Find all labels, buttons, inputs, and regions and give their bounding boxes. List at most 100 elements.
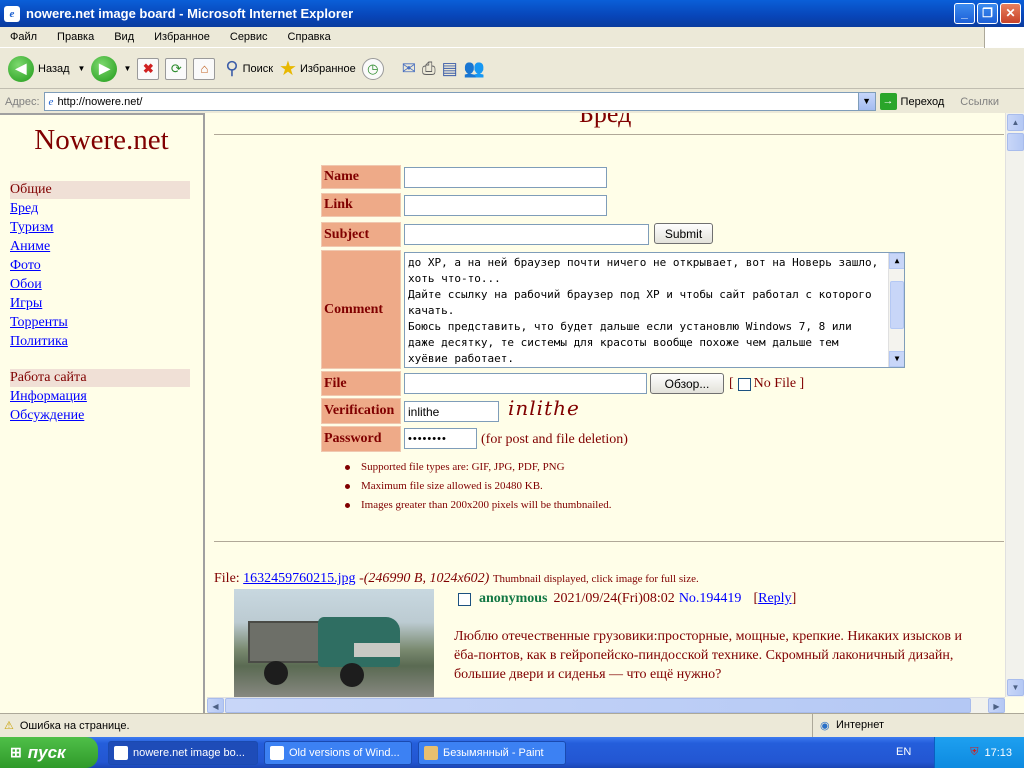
warning-icon[interactable]: ⚠ bbox=[4, 719, 14, 732]
scroll-up-icon[interactable]: ▲ bbox=[1007, 114, 1024, 131]
nav-link-torrents[interactable]: Торренты bbox=[10, 313, 203, 332]
mail-icon[interactable]: ✉ bbox=[402, 59, 416, 79]
nav-link-politics[interactable]: Политика bbox=[10, 332, 203, 351]
comment-textarea[interactable]: до XP, а на ней браузер почти ничего не … bbox=[404, 252, 905, 368]
link-input[interactable] bbox=[404, 195, 607, 216]
menu-file[interactable]: Файл bbox=[0, 31, 47, 43]
forward-button[interactable]: ▶ ▼ bbox=[91, 55, 131, 82]
no-file-checkbox[interactable] bbox=[737, 377, 751, 391]
post-text: Люблю отечественные грузовики:просторные… bbox=[454, 629, 962, 682]
scroll-left-icon[interactable]: ◀ bbox=[207, 698, 224, 713]
status-error: Ошибка на странице. bbox=[19, 719, 130, 732]
status-zone: Интернет bbox=[836, 719, 884, 731]
rule-item: Supported file types are: GIF, JPG, PDF,… bbox=[345, 458, 612, 477]
nav-link-anime[interactable]: Аниме bbox=[10, 237, 203, 256]
truck-wheel bbox=[264, 661, 288, 685]
nav-link-tourism[interactable]: Туризм bbox=[10, 218, 203, 237]
address-input[interactable]: e http://nowere.net/ ▼ bbox=[43, 92, 876, 111]
nav-link-games[interactable]: Игры bbox=[10, 294, 203, 313]
post-file-link[interactable]: 1632459760215.jpg bbox=[243, 571, 355, 586]
file-label: File bbox=[321, 371, 401, 396]
menu-edit[interactable]: Правка bbox=[47, 31, 104, 43]
search-button[interactable]: ⚲ Поиск bbox=[225, 58, 273, 79]
nav-link-discussion[interactable]: Обсуждение bbox=[10, 406, 203, 425]
scroll-down-icon[interactable]: ▼ bbox=[889, 351, 904, 367]
taskbar: ⊞ пуск nowere.net image bo... Old versio… bbox=[0, 737, 1024, 768]
maximize-button[interactable]: ❐ bbox=[977, 3, 998, 24]
star-icon: ★ bbox=[279, 58, 297, 80]
nav-link-info[interactable]: Информация bbox=[10, 387, 203, 406]
truck-bed bbox=[248, 621, 320, 663]
messenger-icon[interactable]: 👥 bbox=[464, 59, 485, 79]
nav-link-wallpapers[interactable]: Обои bbox=[10, 275, 203, 294]
divider bbox=[214, 541, 1004, 542]
verification-input[interactable]: inlithe bbox=[404, 401, 499, 422]
nav-link-photo[interactable]: Фото bbox=[10, 256, 203, 275]
go-button[interactable]: → Переход bbox=[879, 93, 945, 110]
submit-button[interactable]: Submit bbox=[654, 223, 713, 244]
menu-tools[interactable]: Сервис bbox=[220, 31, 278, 43]
rules-list: Supported file types are: GIF, JPG, PDF,… bbox=[345, 458, 612, 515]
scroll-right-icon[interactable]: ▶ bbox=[988, 698, 1005, 713]
no-file-option: [ No File ] bbox=[729, 376, 804, 392]
start-button[interactable]: ⊞ пуск bbox=[0, 737, 98, 768]
go-arrow-icon: → bbox=[879, 93, 897, 110]
scroll-up-icon[interactable]: ▲ bbox=[889, 253, 904, 269]
system-tray: ⛨ 17:13 bbox=[934, 737, 1024, 768]
password-input[interactable]: •••••••• bbox=[404, 428, 477, 449]
task-label: nowere.net image bo... bbox=[133, 746, 245, 759]
back-button[interactable]: ◀ Назад ▼ bbox=[8, 55, 86, 82]
subject-input[interactable] bbox=[404, 224, 649, 245]
window-title: nowere.net image board - Microsoft Inter… bbox=[26, 6, 354, 21]
menu-favorites[interactable]: Избранное bbox=[144, 31, 220, 43]
paint-icon bbox=[424, 745, 438, 760]
nav-link-bred[interactable]: Бред bbox=[10, 199, 203, 218]
minimize-button[interactable]: _ bbox=[954, 3, 975, 24]
scroll-down-icon[interactable]: ▼ bbox=[1007, 679, 1024, 696]
address-label: Адрес: bbox=[5, 95, 40, 108]
print-icon[interactable]: ⎙ bbox=[422, 59, 436, 79]
clock: 17:13 bbox=[984, 746, 1012, 759]
page-horizontal-scrollbar[interactable]: ◀ ▶ bbox=[207, 697, 1005, 713]
close-button[interactable]: ✕ bbox=[1000, 3, 1021, 24]
home-icon[interactable]: ⌂ bbox=[193, 57, 216, 80]
language-indicator[interactable]: EN bbox=[896, 746, 911, 758]
taskbar-item-ie[interactable]: nowere.net image bo... bbox=[108, 740, 258, 765]
post-date: 2021/09/24(Fri)08:02 bbox=[553, 591, 675, 606]
history-icon[interactable]: ◷ bbox=[361, 57, 384, 80]
reply-link[interactable]: Reply bbox=[758, 591, 791, 607]
post-select-checkbox[interactable] bbox=[458, 592, 471, 606]
address-url: http://nowere.net/ bbox=[57, 95, 143, 108]
favorites-button[interactable]: ★ Избранное bbox=[279, 56, 356, 81]
comment-scrollbar[interactable]: ▲ ▼ bbox=[888, 253, 904, 367]
stop-icon[interactable]: ✖ bbox=[137, 57, 160, 80]
page-vertical-scrollbar[interactable]: ▲ ▼ bbox=[1005, 113, 1024, 697]
links-button[interactable]: Ссылки bbox=[960, 96, 999, 108]
scroll-thumb[interactable] bbox=[890, 281, 904, 329]
ie-icon: e bbox=[4, 5, 20, 22]
rule-item: Maximum file size allowed is 20480 KB. bbox=[345, 477, 612, 496]
taskbar-item-paint[interactable]: Безымянный - Paint bbox=[418, 740, 566, 765]
chevron-down-icon[interactable]: ▼ bbox=[123, 64, 131, 73]
file-input[interactable] bbox=[404, 373, 647, 394]
toolbar: ◀ Назад ▼ ▶ ▼ ✖ ⟳ ⌂ ⚲ Поиск ★ Избранное … bbox=[0, 49, 1024, 89]
chevron-down-icon[interactable]: ▼ bbox=[78, 64, 86, 73]
go-label: Переход bbox=[900, 95, 945, 108]
shield-icon[interactable]: ⛨ bbox=[970, 746, 978, 759]
ie-icon bbox=[114, 745, 128, 760]
post-number[interactable]: No.194419 bbox=[679, 591, 742, 607]
refresh-icon[interactable]: ⟳ bbox=[165, 57, 188, 80]
edit-icon[interactable]: ▤ bbox=[442, 59, 458, 79]
browse-button[interactable]: Обзор... bbox=[650, 373, 724, 394]
menu-help[interactable]: Справка bbox=[278, 31, 341, 43]
taskbar-item-old-versions[interactable]: Old versions of Wind... bbox=[264, 740, 412, 765]
comment-label: Comment bbox=[321, 250, 401, 369]
scroll-thumb[interactable] bbox=[225, 698, 971, 713]
no-file-bracket: [ bbox=[729, 376, 734, 391]
name-input[interactable] bbox=[404, 167, 607, 188]
scroll-thumb[interactable] bbox=[1007, 133, 1024, 151]
chevron-down-icon[interactable]: ▼ bbox=[857, 93, 875, 110]
menu-view[interactable]: Вид bbox=[104, 31, 144, 43]
nav-group-header: Общие bbox=[10, 181, 190, 199]
post-thumbnail[interactable] bbox=[234, 589, 434, 699]
